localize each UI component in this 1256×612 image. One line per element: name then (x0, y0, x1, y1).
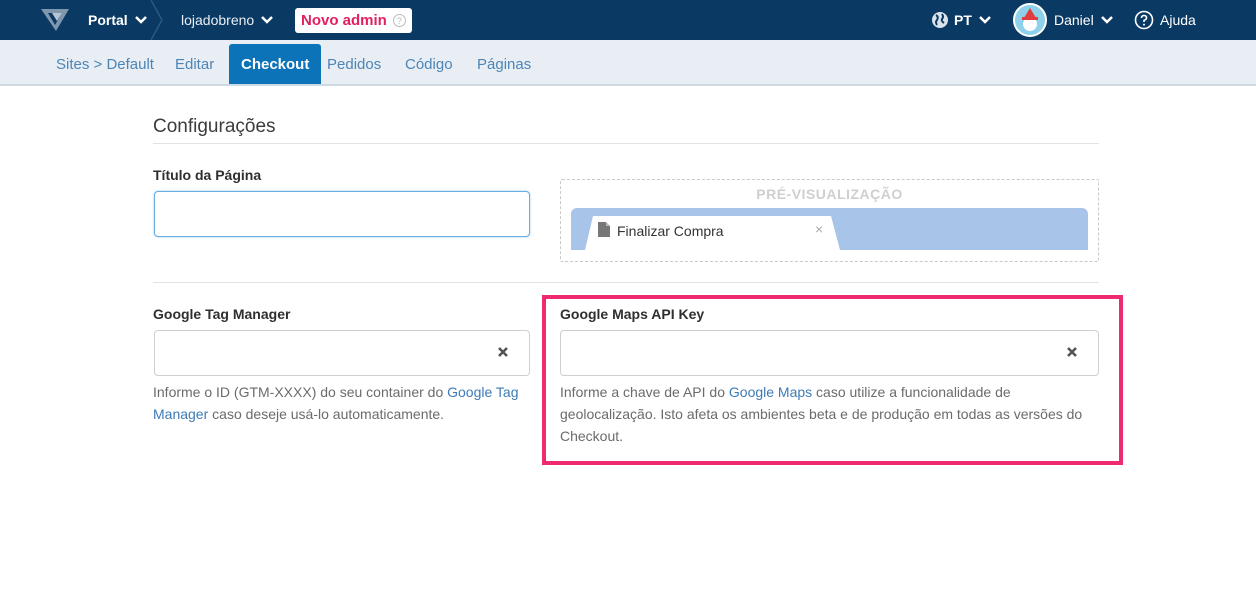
tab-editar[interactable]: Editar (175, 44, 214, 84)
tab-paginas[interactable]: Páginas (477, 44, 531, 84)
help-circle-icon (1134, 10, 1154, 30)
chevron-down-icon (134, 16, 147, 24)
help-label: Ajuda (1160, 12, 1196, 28)
portal-menu[interactable]: Portal (88, 0, 148, 40)
divider (153, 143, 1099, 144)
help-link[interactable]: Ajuda (1134, 0, 1196, 40)
preview-tab-title: Finalizar Compra (617, 223, 724, 239)
portal-label: Portal (88, 12, 128, 28)
chevron-down-icon (261, 16, 274, 24)
preview-title: PRÉ-VISUALIZAÇÃO (756, 186, 903, 202)
highlight-box (542, 295, 1123, 465)
new-admin-label: Novo admin (301, 12, 387, 29)
clear-x-icon[interactable] (497, 346, 509, 358)
sub-navigation: Sites > Default Editar Checkout Pedidos … (0, 40, 1256, 86)
vtex-logo-icon[interactable] (40, 8, 70, 32)
gtm-help-after: caso deseje usá-lo automaticamente. (208, 406, 445, 422)
preview-box: PRÉ-VISUALIZAÇÃO Finalizar Compra × (560, 179, 1099, 262)
help-circle-icon: ? (392, 14, 406, 27)
tab-sites-default[interactable]: Sites > Default (56, 44, 154, 84)
tab-pedidos[interactable]: Pedidos (327, 44, 381, 84)
user-menu[interactable]: Daniel (1013, 0, 1114, 40)
page-title-input[interactable] (154, 191, 530, 237)
close-icon: × (815, 221, 824, 237)
gtm-input[interactable] (154, 330, 530, 376)
new-admin-button[interactable]: Novo admin ? (295, 8, 412, 33)
language-label: PT (954, 12, 972, 28)
top-bar: Portal lojadobreno Novo admin ? PT Danie… (0, 0, 1256, 40)
tab-checkout[interactable]: Checkout (229, 44, 322, 84)
gtm-help-text: Informe o ID (GTM-XXXX) do seu container… (153, 381, 533, 425)
document-icon (598, 222, 610, 237)
store-menu[interactable]: lojadobreno (181, 0, 274, 40)
breadcrumb-separator (150, 0, 163, 40)
divider (153, 282, 1099, 283)
gtm-label: Google Tag Manager (153, 306, 291, 322)
tab-codigo[interactable]: Código (405, 44, 453, 84)
store-label: lojadobreno (181, 12, 255, 28)
preview-tab-bar: Finalizar Compra × (571, 208, 1088, 250)
chevron-down-icon (979, 16, 991, 24)
gtm-help-before: Informe o ID (GTM-XXXX) do seu container… (153, 384, 448, 400)
avatar (1013, 3, 1047, 37)
chevron-down-icon (1100, 16, 1113, 24)
section-title: Configurações (153, 116, 276, 137)
language-menu[interactable]: PT (931, 0, 992, 40)
page-title-label: Título da Página (153, 167, 262, 183)
avatar-image (1022, 8, 1038, 31)
globe-icon (932, 12, 948, 28)
user-label: Daniel (1054, 12, 1094, 28)
